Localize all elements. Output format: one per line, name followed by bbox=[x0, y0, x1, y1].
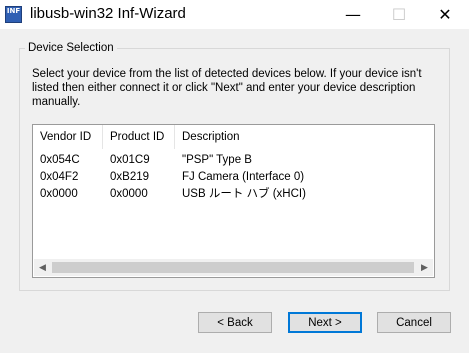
description-cell: "PSP" Type B bbox=[182, 154, 252, 166]
scroll-left-button[interactable]: ◀ bbox=[34, 259, 51, 276]
window-title: libusb-win32 Inf-Wizard bbox=[30, 5, 186, 22]
description-cell: FJ Camera (Interface 0) bbox=[182, 171, 305, 183]
back-button[interactable]: < Back bbox=[198, 312, 272, 333]
horizontal-scrollbar[interactable]: ◀ ▶ bbox=[34, 259, 433, 276]
list-row[interactable]: 0x0000 0x0000 USB ルート ハブ (xHCI) bbox=[33, 185, 434, 203]
close-icon: ✕ bbox=[438, 5, 452, 24]
vendor-id-cell: 0x0000 bbox=[40, 188, 78, 200]
list-header: Vendor ID Product ID Description bbox=[33, 125, 434, 149]
list-row[interactable]: 0x054C 0x01C9 "PSP" Type B bbox=[33, 151, 434, 169]
minimize-button[interactable]: — bbox=[330, 0, 376, 29]
app-icon-text: INF bbox=[6, 7, 21, 15]
product-id-cell: 0x01C9 bbox=[110, 154, 150, 166]
vendor-id-cell: 0x04F2 bbox=[40, 171, 79, 183]
product-id-cell: 0x0000 bbox=[110, 188, 148, 200]
maximize-button[interactable]: ☐ bbox=[376, 0, 422, 29]
inf-wizard-window: INF libusb-win32 Inf-Wizard — ☐ ✕ Device… bbox=[0, 0, 469, 353]
scroll-right-button[interactable]: ▶ bbox=[416, 259, 433, 276]
chevron-right-icon: ▶ bbox=[421, 262, 428, 273]
list-row[interactable]: 0x04F2 0xB219 FJ Camera (Interface 0) bbox=[33, 168, 434, 186]
column-header-vendor-id[interactable]: Vendor ID bbox=[33, 125, 103, 149]
column-header-product-id[interactable]: Product ID bbox=[103, 125, 175, 149]
instructions-text: Select your device from the list of dete… bbox=[32, 68, 422, 108]
scrollbar-thumb[interactable] bbox=[52, 262, 414, 273]
device-selection-legend: Device Selection bbox=[25, 42, 117, 54]
cancel-button[interactable]: Cancel bbox=[377, 312, 451, 333]
minimize-icon: — bbox=[345, 5, 361, 24]
chevron-left-icon: ◀ bbox=[39, 262, 46, 273]
description-cell: USB ルート ハブ (xHCI) bbox=[182, 188, 306, 200]
close-button[interactable]: ✕ bbox=[422, 0, 468, 29]
vendor-id-cell: 0x054C bbox=[40, 154, 80, 166]
next-button[interactable]: Next > bbox=[288, 312, 362, 333]
inf-app-icon: INF bbox=[5, 6, 22, 23]
product-id-cell: 0xB219 bbox=[110, 171, 150, 183]
maximize-icon: ☐ bbox=[391, 5, 407, 24]
column-header-description[interactable]: Description bbox=[175, 125, 434, 149]
title-bar[interactable]: INF libusb-win32 Inf-Wizard — ☐ ✕ bbox=[0, 0, 469, 29]
device-list[interactable]: Vendor ID Product ID Description 0x054C … bbox=[32, 124, 435, 278]
